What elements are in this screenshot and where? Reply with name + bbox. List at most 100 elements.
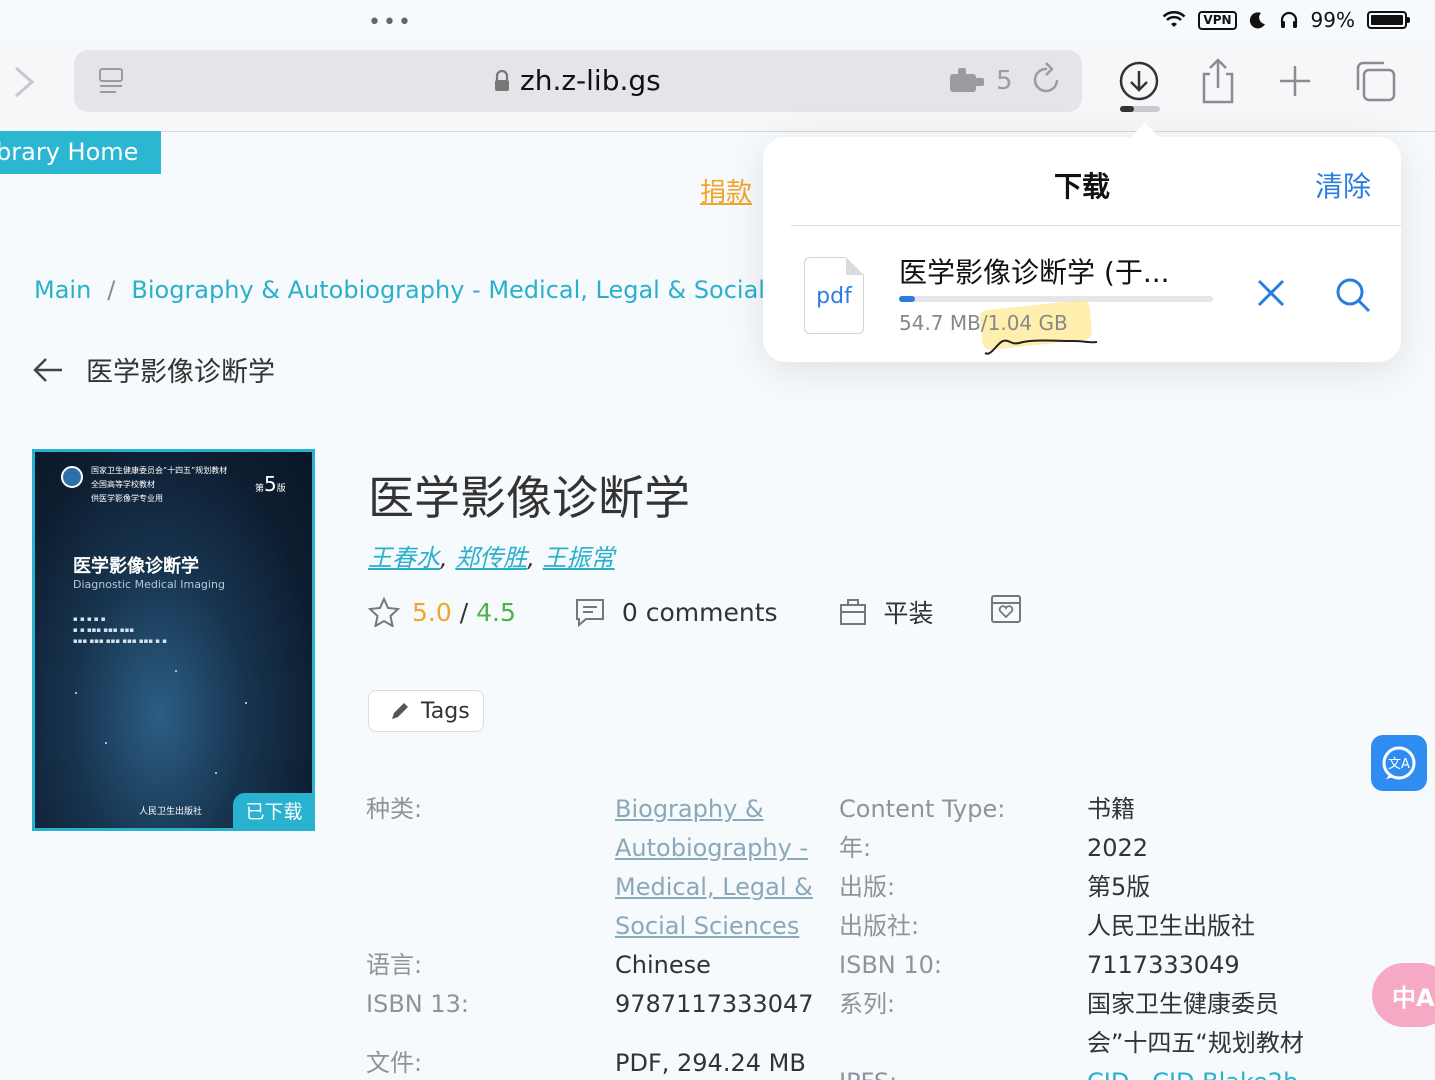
search-icon[interactable] — [1333, 275, 1373, 315]
cover-edition: 第5版 — [255, 472, 286, 496]
new-tab-button[interactable] — [1270, 56, 1320, 106]
donate-link[interactable]: 捐款 — [700, 172, 752, 209]
breadcrumb-main[interactable]: Main — [34, 276, 91, 304]
category-link[interactable]: Medical, Legal & — [615, 868, 814, 907]
property-label: 种类: — [366, 795, 423, 823]
ai-chat-button[interactable]: 文A — [1371, 735, 1427, 791]
download-progress-indicator — [1120, 106, 1160, 112]
tags-button[interactable]: Tags — [368, 690, 484, 732]
author-link[interactable]: 王振常 — [543, 544, 615, 572]
share-button[interactable] — [1193, 56, 1243, 106]
share-icon — [1202, 58, 1234, 104]
breadcrumb-category[interactable]: Biography & Autobiography - Medical, Leg… — [131, 276, 765, 304]
forward-button[interactable] — [12, 62, 36, 112]
properties-values-right: 书籍 2022 第5版 人民卫生出版社 7117333049 国家卫生健康委员 … — [1087, 790, 1304, 1080]
address-bar[interactable]: zh.z-lib.gs 5 — [74, 50, 1082, 112]
download-size: 54.7 MB/1.04 GB — [899, 311, 1068, 335]
tags-label: Tags — [421, 698, 470, 724]
ipfs-links[interactable]: CID , CID Blake2b — [1087, 1063, 1304, 1080]
extensions-button[interactable]: 5 — [950, 66, 1013, 96]
book-authors: 王春水, 郑传胜, 王振常 — [368, 544, 615, 572]
rating-secondary: 4.5 — [476, 597, 516, 627]
author-link[interactable]: 王春水 — [368, 544, 440, 572]
rating[interactable]: 5.0 / 4.5 — [368, 597, 516, 627]
arrow-left-icon[interactable] — [32, 357, 64, 383]
property-label — [839, 1024, 1005, 1063]
downloads-button[interactable] — [1114, 56, 1164, 106]
book-title: 医学影像诊断学 — [368, 471, 690, 525]
cancel-download-icon[interactable] — [1253, 275, 1289, 311]
breadcrumb-separator: / — [107, 276, 116, 304]
cover-star — [215, 772, 217, 774]
property-label: ISBN 13: — [366, 990, 469, 1018]
property-label — [366, 829, 469, 868]
divider — [791, 225, 1401, 226]
pencil-icon — [392, 703, 408, 719]
breadcrumb: Main / Biography & Autobiography - Medical… — [34, 276, 765, 304]
file-type-label: pdf — [816, 284, 852, 309]
property-label: 系列: — [839, 990, 896, 1018]
download-icon — [1119, 61, 1159, 101]
category-link[interactable]: Autobiography - — [615, 829, 814, 868]
cover-logo-icon — [61, 466, 83, 488]
url-display[interactable]: zh.z-lib.gs — [494, 64, 661, 97]
star-icon — [368, 597, 400, 627]
isbn10-value: 7117333049 — [1087, 951, 1240, 979]
battery-percent: 99% — [1310, 8, 1355, 32]
cover-authors: ▪ ▪ ▪ ▪ ▪ ▪ ▪ ▪▪▪ ▪▪▪ ▪▪▪ ▪▪▪ ▪▪▪ ▪▪▪ ▪▪▪ … — [73, 615, 168, 645]
author-link[interactable]: 郑传胜 — [455, 544, 527, 572]
reload-icon — [1033, 62, 1059, 93]
multitasking-dots[interactable]: ••• — [368, 10, 413, 35]
property-label: 出版: — [839, 873, 896, 901]
property-label: ISBN 10: — [839, 951, 942, 979]
status-icons: VPN 99% — [1162, 8, 1410, 32]
series-value-cont: 会”十四五“规划教材 — [1087, 1029, 1304, 1057]
battery-icon — [1367, 11, 1410, 29]
url-text: zh.z-lib.gs — [520, 64, 661, 97]
cover-star — [245, 702, 247, 704]
download-progress-bar — [899, 296, 1213, 302]
file-value: PDF, 294.24 MB — [615, 1049, 806, 1077]
book-cover[interactable]: 国家卫生健康委员会“十四五”规划教材 全国高等学校教材 供医学影像学专业用 第5… — [32, 449, 315, 831]
downloaded-badge: 已下载 — [233, 793, 312, 828]
translate-button[interactable]: 中A — [1372, 963, 1435, 1027]
cover-title: 医学影像诊断学 — [73, 556, 199, 577]
book-meta-row: 5.0 / 4.5 0 comments 平装 — [368, 592, 1022, 632]
clear-button[interactable]: 清除 — [1315, 165, 1371, 205]
extension-icon — [950, 68, 984, 92]
svg-text:文A: 文A — [1388, 757, 1410, 772]
properties-values-left: Biography & Autobiography - Medical, Leg… — [615, 790, 814, 1080]
lock-icon — [495, 69, 509, 91]
chevron-right-icon — [15, 66, 35, 98]
rating-primary: 5.0 — [412, 597, 452, 627]
year-value: 2022 — [1087, 834, 1149, 862]
property-label: Content Type: — [839, 795, 1006, 823]
comment-icon — [575, 599, 604, 627]
properties-labels-right: Content Type: 年: 出版: 出版社: ISBN 10: 系列: I… — [839, 790, 1005, 1080]
chat-translate-icon: 文A — [1382, 746, 1416, 780]
property-label: 语言: — [366, 951, 423, 979]
comments-link[interactable]: 0 comments — [574, 597, 778, 627]
page-heading: 医学影像诊断学 — [86, 357, 275, 388]
extension-count: 5 — [996, 66, 1013, 96]
save-to-shelf-button[interactable] — [990, 593, 1022, 631]
binding-info: 平装 — [838, 594, 934, 630]
property-label: 文件: — [366, 1049, 423, 1077]
category-link[interactable]: Biography & — [615, 790, 814, 829]
tabs-icon — [1356, 61, 1396, 102]
download-file-name: 医学影像诊断学 (于... — [899, 256, 1170, 289]
browser-toolbar: zh.z-lib.gs 5 — [0, 42, 1435, 132]
headphones-icon — [1280, 11, 1297, 28]
reload-button[interactable] — [1032, 62, 1062, 104]
reader-icon[interactable] — [96, 66, 126, 96]
downloads-popover: 下载 清除 pdf 医学影像诊断学 (于... 54.7 MB/1.04 GB — [763, 123, 1401, 362]
tabs-overview-button[interactable] — [1350, 56, 1400, 106]
category-link[interactable]: Social Sciences — [615, 907, 814, 946]
property-label: 出版社: — [839, 912, 920, 940]
popover-title: 下载 — [1053, 170, 1110, 203]
property-label: IPFS: — [839, 1063, 1005, 1080]
edition-value: 第5版 — [1087, 873, 1151, 901]
library-home-link[interactable]: Library Home — [0, 131, 161, 174]
page-back-header[interactable]: 医学影像诊断学 — [32, 350, 275, 389]
binding-text: 平装 — [883, 599, 934, 628]
